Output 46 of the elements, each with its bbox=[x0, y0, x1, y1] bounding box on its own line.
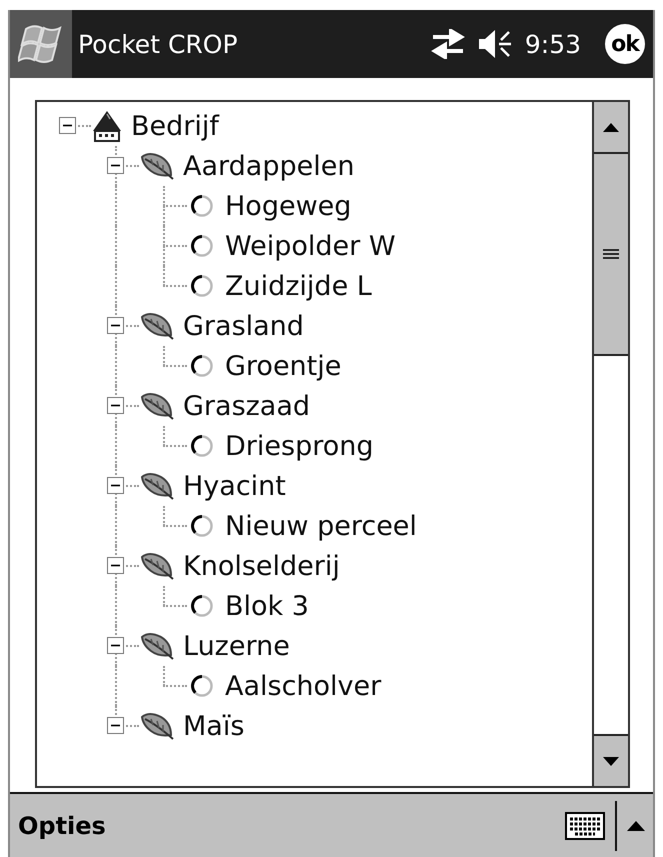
tree-item[interactable]: Nieuw perceel bbox=[225, 510, 417, 542]
tree-item[interactable]: Hyacint bbox=[183, 470, 286, 502]
clock-time[interactable]: 9:53 bbox=[524, 30, 581, 58]
farmhouse-icon bbox=[91, 109, 123, 143]
tree-item[interactable]: Knolselderij bbox=[183, 550, 340, 582]
collapse-icon[interactable] bbox=[107, 157, 124, 174]
window-title: Pocket CROP bbox=[78, 30, 239, 58]
leaf-icon bbox=[139, 311, 175, 341]
collapse-icon[interactable] bbox=[107, 717, 124, 734]
leaf-icon bbox=[139, 711, 175, 741]
flag-icon bbox=[18, 23, 64, 65]
leaf-icon bbox=[139, 471, 175, 501]
collapse-icon[interactable] bbox=[107, 557, 124, 574]
tree-item[interactable]: Zuidzijde L bbox=[225, 270, 372, 302]
collapse-icon[interactable] bbox=[107, 397, 124, 414]
tree-item[interactable]: Driesprong bbox=[225, 430, 374, 462]
collapse-icon[interactable] bbox=[107, 317, 124, 334]
scroll-down-icon[interactable] bbox=[603, 756, 619, 766]
tree-item[interactable]: Aalscholver bbox=[225, 670, 382, 702]
keyboard-icon[interactable] bbox=[565, 812, 605, 840]
leaf-icon bbox=[139, 631, 175, 661]
collapse-icon[interactable] bbox=[107, 477, 124, 494]
tree-item[interactable]: Aardappelen bbox=[183, 150, 354, 182]
scroll-thumb[interactable] bbox=[594, 154, 628, 356]
leaf-icon bbox=[139, 151, 175, 181]
start-button[interactable] bbox=[10, 10, 72, 78]
scrollbar[interactable] bbox=[592, 102, 628, 786]
connectivity-icon[interactable] bbox=[428, 29, 467, 59]
tree-item[interactable]: Grasland bbox=[183, 310, 304, 342]
ok-button[interactable]: ok bbox=[605, 24, 645, 64]
scroll-up-icon[interactable] bbox=[603, 122, 619, 132]
tree-item[interactable]: Maïs bbox=[183, 710, 244, 742]
leaf-icon bbox=[139, 391, 175, 421]
leaf-icon bbox=[139, 551, 175, 581]
tree-item[interactable]: Bedrijf bbox=[131, 110, 219, 142]
tree-item[interactable]: Hogeweg bbox=[225, 190, 352, 222]
collapse-icon[interactable] bbox=[59, 117, 76, 134]
tree-item[interactable]: Groentje bbox=[225, 350, 342, 382]
tree-item[interactable]: Luzerne bbox=[183, 630, 290, 662]
tree-item[interactable]: Weipolder W bbox=[225, 230, 396, 262]
tree-item[interactable]: Graszaad bbox=[183, 390, 310, 422]
options-menu[interactable]: Opties bbox=[18, 812, 559, 840]
grip-icon bbox=[603, 249, 619, 259]
collapse-icon[interactable] bbox=[107, 637, 124, 654]
input-menu-icon[interactable] bbox=[627, 820, 645, 830]
tree-item[interactable]: Blok 3 bbox=[225, 590, 309, 622]
